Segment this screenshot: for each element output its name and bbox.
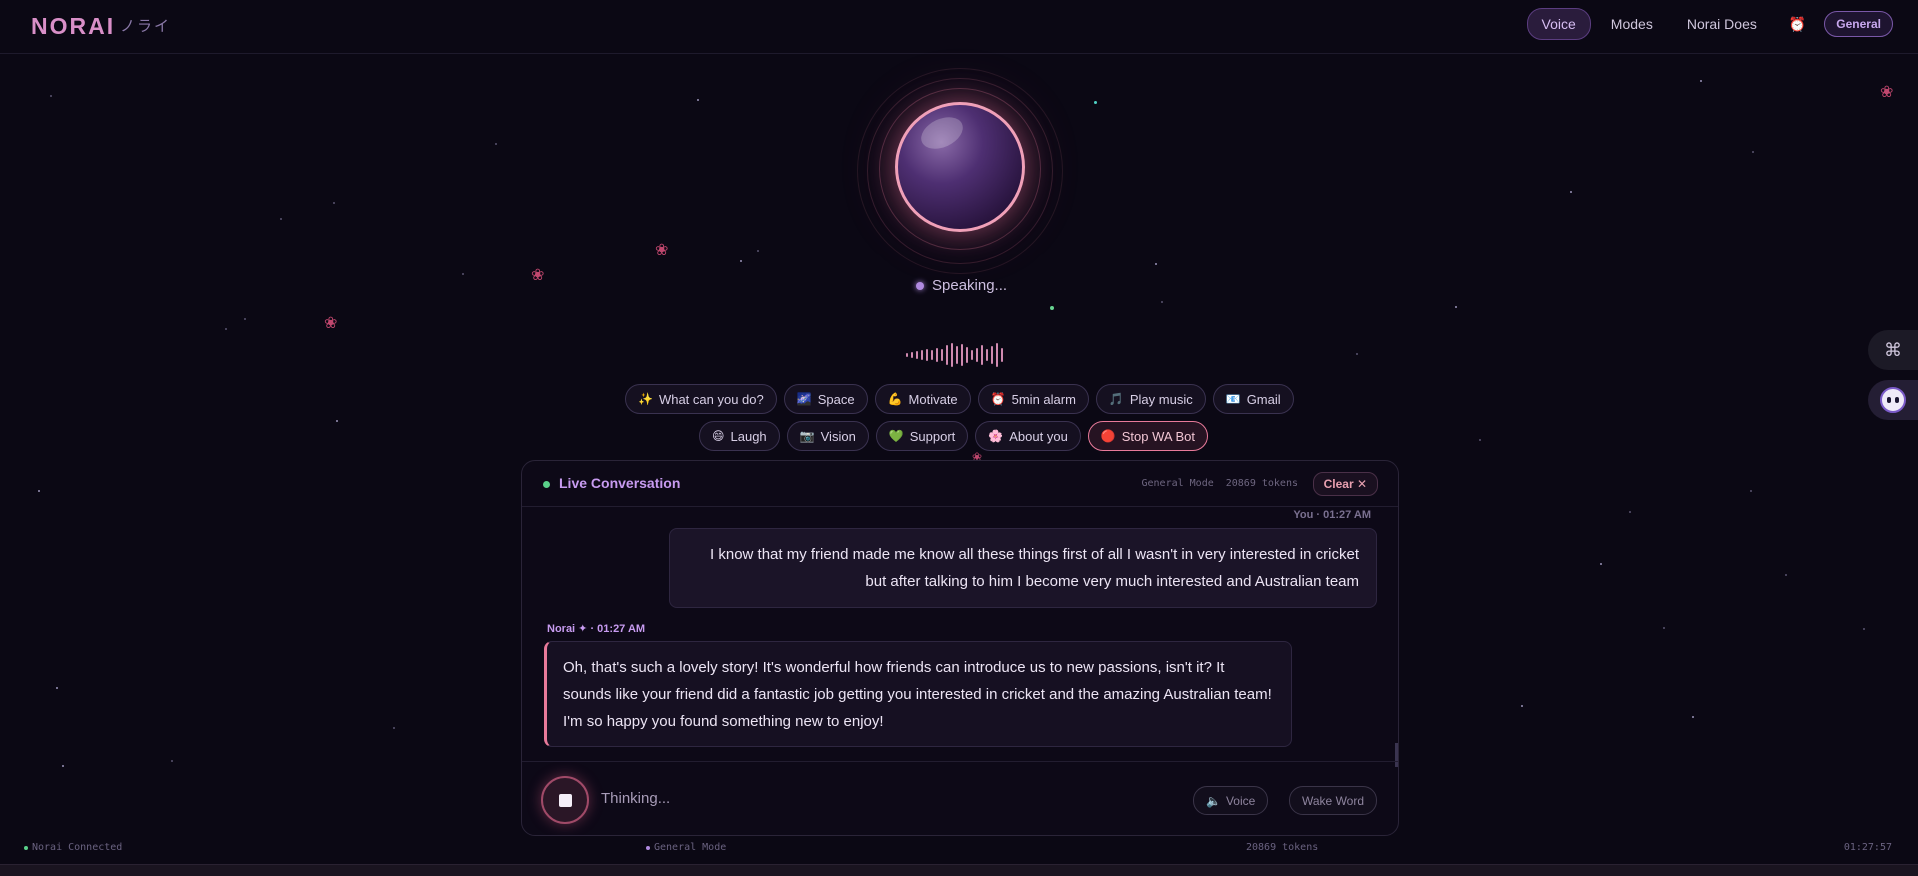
mode-badge[interactable]: General xyxy=(1824,11,1893,37)
sparkles-icon: ✨ xyxy=(638,392,653,406)
robot-icon xyxy=(1880,387,1906,413)
flexed-arm-icon: 💪 xyxy=(887,392,903,406)
petal-icon: ❀ xyxy=(655,242,669,259)
grid-icon: ⌘ xyxy=(1884,339,1902,360)
conversation-tokens: 20869 tokens xyxy=(1225,478,1298,489)
chip-motivate[interactable]: 💪 Motivate xyxy=(874,384,971,414)
assistant-message-meta: Norai ✦ · 01:27 AM xyxy=(547,623,646,635)
stop-icon xyxy=(558,793,572,807)
conversation-title: Live Conversation xyxy=(559,475,681,491)
chip-support[interactable]: 💚 Support xyxy=(875,421,969,451)
quick-actions-row-2: 😄 Laugh 📷 Vision 💚 Support 🌸 About you 🔴 Stop… xyxy=(699,421,1208,451)
orb-status-label: Speaking... xyxy=(932,277,1008,294)
email-icon: 📧 xyxy=(1225,392,1241,406)
chip-space[interactable]: 🌌 Space xyxy=(783,384,868,414)
audio-waveform xyxy=(906,343,1003,367)
conversation-panel: Live Conversation General Mode 20869 tok… xyxy=(521,460,1399,836)
assistant-avatar-button[interactable] xyxy=(1868,380,1918,420)
status-bar: Norai Connected General Mode 20869 token… xyxy=(0,836,1918,864)
orb-status: Speaking... xyxy=(916,277,1007,294)
galaxy-icon: 🌌 xyxy=(796,392,812,406)
petal-icon: ❀ xyxy=(324,315,338,332)
taskbar xyxy=(0,864,1918,876)
apps-grid-button[interactable]: ⌘ xyxy=(1868,330,1918,370)
assistant-message: Oh, that's such a lovely story! It's won… xyxy=(544,641,1292,747)
chip-what-can-you-do[interactable]: ✨ What can you do? xyxy=(625,384,777,414)
nav-voice[interactable]: Voice xyxy=(1526,8,1591,40)
chip-laugh[interactable]: 😄 Laugh xyxy=(699,421,780,451)
chip-gmail[interactable]: 📧 Gmail xyxy=(1212,384,1294,414)
green-heart-icon: 💚 xyxy=(888,429,904,443)
chip-about-you[interactable]: 🌸 About you xyxy=(975,421,1081,451)
chip-stop-wa-bot[interactable]: 🔴 Stop WA Bot xyxy=(1087,421,1208,451)
camera-icon: 📷 xyxy=(799,429,815,443)
chip-play-music[interactable]: 🎵 Play music xyxy=(1095,384,1206,414)
thinking-status: Thinking... xyxy=(601,790,671,807)
music-note-icon: 🎵 xyxy=(1108,392,1124,406)
quick-actions-row-1: ✨ What can you do? 🌌 Space 💪 Motivate ⏰ 5min… xyxy=(625,384,1294,414)
petal-icon: ❀ xyxy=(531,267,545,284)
clear-button[interactable]: Clear ✕ xyxy=(1312,472,1378,496)
speaker-icon: 🔈 xyxy=(1206,793,1221,808)
connection-status: Norai Connected xyxy=(24,842,122,853)
mode-status: General Mode xyxy=(646,842,726,853)
wake-word-button[interactable]: Wake Word xyxy=(1289,786,1378,815)
user-message: I know that my friend made me know all t… xyxy=(669,528,1377,608)
conversation-mode: General Mode xyxy=(1141,478,1214,489)
app-logo[interactable]: NORAI xyxy=(31,13,115,40)
status-dot xyxy=(916,281,924,290)
conversation-footer: Thinking... 🔈 Voice Wake Word xyxy=(522,761,1398,835)
chip-vision[interactable]: 📷 Vision xyxy=(786,421,869,451)
flower-icon: 🌸 xyxy=(988,429,1004,443)
top-nav: Voice Modes Norai Does ⏰ General xyxy=(1526,8,1893,40)
laughing-face-icon: 😄 xyxy=(712,429,725,443)
nav-modes[interactable]: Modes xyxy=(1597,9,1667,39)
alarm-clock-icon[interactable]: ⏰ xyxy=(1777,16,1818,33)
voice-toggle-button[interactable]: 🔈 Voice xyxy=(1193,786,1269,815)
red-circle-icon: 🔴 xyxy=(1100,429,1116,443)
voice-orb[interactable] xyxy=(857,68,1063,280)
conversation-header: Live Conversation General Mode 20869 tok… xyxy=(522,461,1398,507)
user-message-meta: You · 01:27 AM xyxy=(1293,509,1371,521)
clock-status: 01:27:57 xyxy=(1843,842,1892,853)
alarm-clock-icon: ⏰ xyxy=(990,392,1006,406)
nav-norai-does[interactable]: Norai Does xyxy=(1673,9,1771,39)
tokens-status: 20869 tokens xyxy=(1246,842,1319,853)
orb-sphere xyxy=(895,102,1025,232)
stop-button[interactable] xyxy=(541,776,589,824)
top-header: NORAI ノライ Voice Modes Norai Does ⏰ Gener… xyxy=(0,0,1918,54)
app-logo-subtitle: ノライ xyxy=(120,18,172,35)
petal-icon: ❀ xyxy=(1880,84,1894,101)
live-indicator xyxy=(543,481,550,488)
chip-5min-alarm[interactable]: ⏰ 5min alarm xyxy=(977,384,1089,414)
conversation-meta: General Mode 20869 tokens xyxy=(1142,478,1299,489)
